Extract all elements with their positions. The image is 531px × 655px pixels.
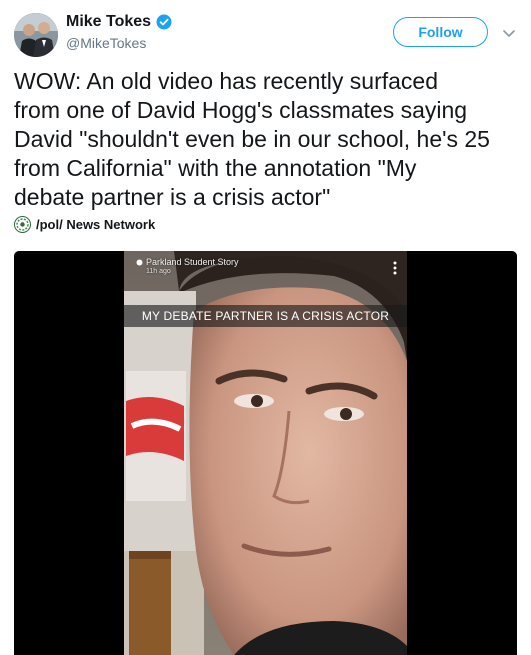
- video-frame[interactable]: Parkland Student Story 11h ago MY DEBATE…: [124, 251, 407, 655]
- location-pin-icon: [136, 259, 143, 265]
- avatar-photo: [14, 13, 58, 57]
- more-vertical-icon[interactable]: [393, 261, 397, 275]
- display-name-text: Mike Tokes: [66, 13, 152, 30]
- story-header: Parkland Student Story 11h ago: [136, 257, 239, 275]
- tweet-text: WOW: An old video has recently surfaced …: [14, 68, 490, 210]
- follow-button[interactable]: Follow: [393, 17, 488, 47]
- user-handle[interactable]: @MikeTokes: [66, 35, 146, 51]
- story-caption: MY DEBATE PARTNER IS A CRISIS ACTOR: [124, 305, 407, 327]
- story-time: 11h ago: [146, 268, 171, 275]
- verified-badge-icon: [156, 14, 172, 30]
- story-name: Parkland Student Story: [136, 257, 239, 267]
- source-attribution[interactable]: /pol/ News Network: [14, 216, 155, 233]
- avatar[interactable]: [14, 13, 58, 57]
- display-name[interactable]: Mike Tokes: [66, 13, 172, 31]
- chevron-down-icon[interactable]: [500, 24, 518, 42]
- globe-icon: [14, 216, 31, 233]
- source-label: /pol/ News Network: [36, 217, 156, 232]
- embedded-video[interactable]: Parkland Student Story 11h ago MY DEBATE…: [14, 251, 517, 655]
- story-name-text: Parkland Student Story: [146, 257, 239, 267]
- tweet-header: Mike Tokes @MikeTokes Follow: [0, 0, 531, 64]
